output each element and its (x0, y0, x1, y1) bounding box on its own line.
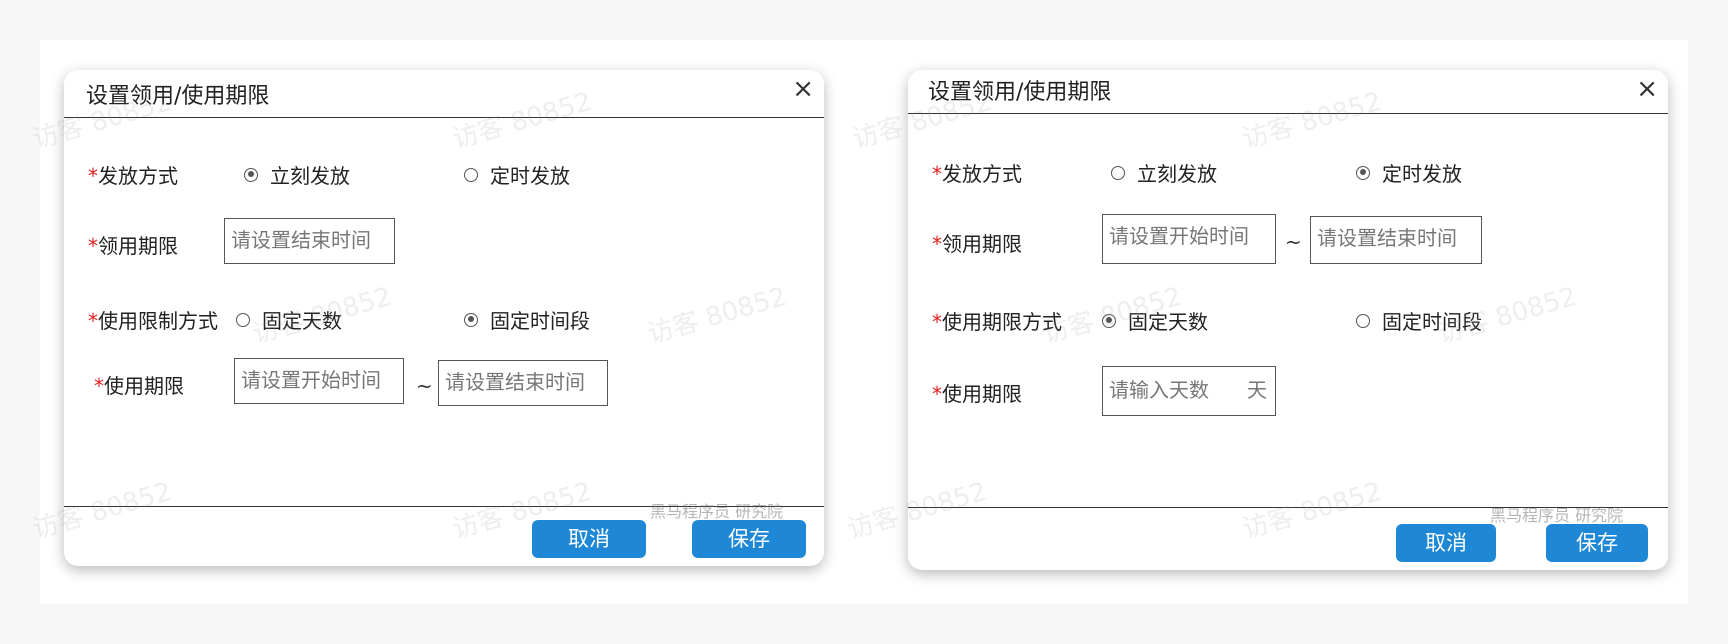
radio-fixed-time-range[interactable]: 固定时间段 (1356, 306, 1482, 335)
days-unit-label: 天 (1247, 378, 1267, 402)
radio-unchecked-icon (464, 167, 478, 182)
save-button[interactable]: 保存 (1546, 524, 1648, 562)
issue-method-label: *发放方式 (88, 164, 178, 188)
dialog-title: 设置领用/使用期限 (928, 80, 1112, 105)
header-divider (908, 113, 1668, 114)
usage-days-input[interactable]: 请输入天数天 (1102, 366, 1276, 416)
close-icon[interactable]: × (1636, 74, 1658, 104)
radio-issue-scheduled[interactable]: 定时发放 (1356, 158, 1462, 187)
radio-fixed-days[interactable]: 固定天数 (236, 305, 342, 334)
range-separator: ~ (1285, 230, 1302, 254)
usage-limit-method-label: *使用限制方式 (88, 309, 218, 333)
required-star: * (932, 162, 942, 186)
header-divider (64, 117, 824, 118)
claim-period-label: *领用期限 (932, 232, 1022, 256)
dialog-immediate-issue: 设置领用/使用期限 × *发放方式 立刻发放 定时发放 *领用期限 请设置结束时… (64, 70, 824, 566)
radio-issue-scheduled[interactable]: 定时发放 (464, 160, 570, 189)
radio-checked-icon (464, 312, 478, 327)
radio-unchecked-icon (1111, 165, 1125, 180)
claim-end-time-input[interactable]: 请设置结束时间 (1310, 216, 1482, 264)
radio-fixed-days[interactable]: 固定天数 (1102, 306, 1208, 335)
radio-checked-icon (1356, 165, 1370, 180)
usage-end-time-input[interactable]: 请设置结束时间 (438, 360, 608, 406)
radio-unchecked-icon (1356, 313, 1370, 328)
usage-period-label: *使用期限 (932, 382, 1022, 406)
required-star: * (932, 310, 942, 334)
usage-period-method-label: *使用期限方式 (932, 310, 1062, 334)
radio-unchecked-icon (236, 312, 250, 327)
footer-divider (908, 507, 1668, 508)
radio-checked-icon (244, 167, 258, 182)
required-star: * (88, 234, 98, 258)
claim-end-time-input[interactable]: 请设置结束时间 (224, 218, 395, 264)
cancel-button[interactable]: 取消 (1396, 524, 1496, 562)
cancel-button[interactable]: 取消 (532, 520, 646, 558)
radio-checked-icon (1102, 313, 1116, 328)
save-button[interactable]: 保存 (692, 520, 806, 558)
usage-start-time-input[interactable]: 请设置开始时间 (234, 358, 404, 404)
required-star: * (94, 374, 104, 398)
dialog-title: 设置领用/使用期限 (86, 84, 270, 109)
footer-divider (64, 506, 824, 507)
required-star: * (932, 232, 942, 256)
required-star: * (88, 309, 98, 333)
radio-fixed-time-range[interactable]: 固定时间段 (464, 305, 590, 334)
required-star: * (88, 164, 98, 188)
close-icon[interactable]: × (792, 74, 814, 104)
radio-issue-immediate[interactable]: 立刻发放 (1111, 158, 1217, 187)
range-separator: ~ (416, 374, 433, 398)
issue-method-label: *发放方式 (932, 162, 1022, 186)
claim-start-time-input[interactable]: 请设置开始时间 (1102, 214, 1276, 264)
usage-period-label: *使用期限 (94, 374, 184, 398)
required-star: * (932, 382, 942, 406)
radio-issue-immediate[interactable]: 立刻发放 (244, 160, 350, 189)
claim-period-label: *领用期限 (88, 234, 178, 258)
canvas: 设置领用/使用期限 × *发放方式 立刻发放 定时发放 *领用期限 请设置结束时… (29, 40, 1688, 604)
dialog-scheduled-issue: 设置领用/使用期限 × *发放方式 立刻发放 定时发放 *领用期限 请设置开始时… (908, 70, 1668, 570)
